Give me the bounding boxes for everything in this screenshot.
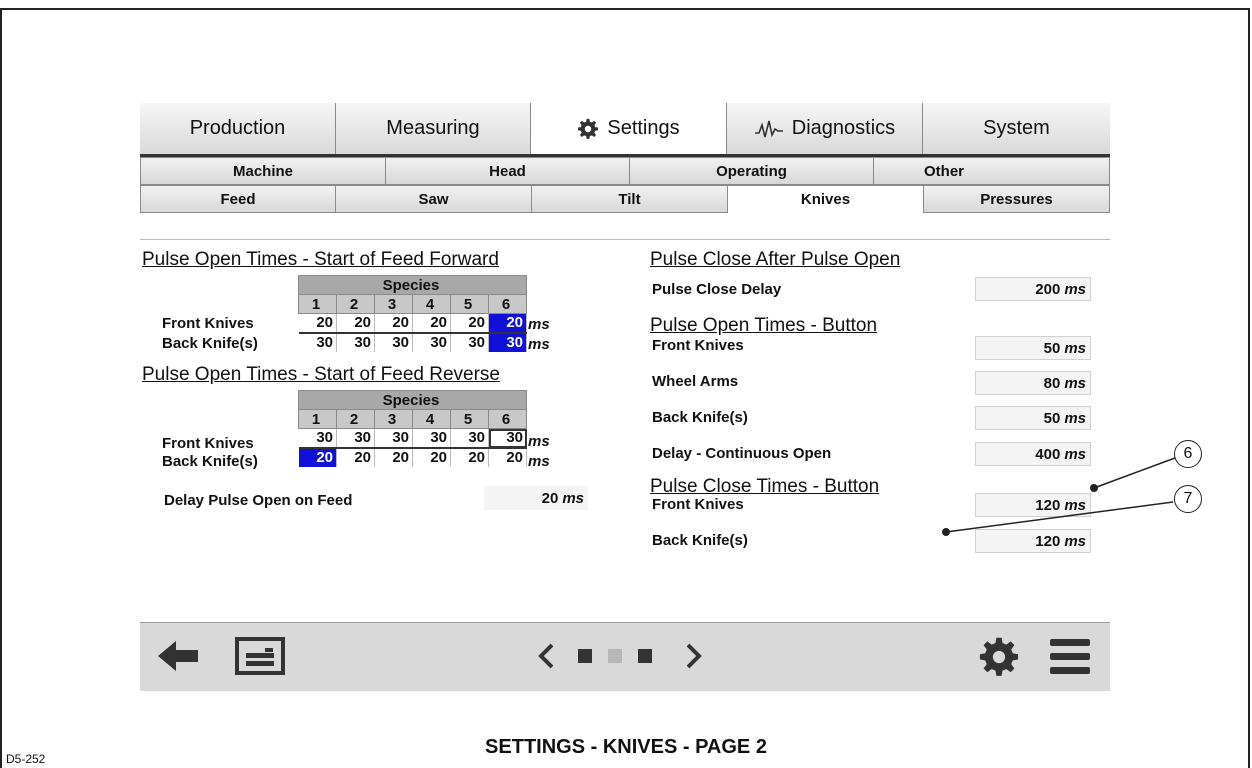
figure-id: D5-252: [6, 752, 46, 766]
figure-caption: SETTINGS - KNIVES - PAGE 2: [485, 736, 767, 758]
callout-7: 7: [1174, 485, 1202, 513]
callout-6: 6: [1174, 440, 1202, 468]
callout-leaders: [942, 457, 1176, 536]
